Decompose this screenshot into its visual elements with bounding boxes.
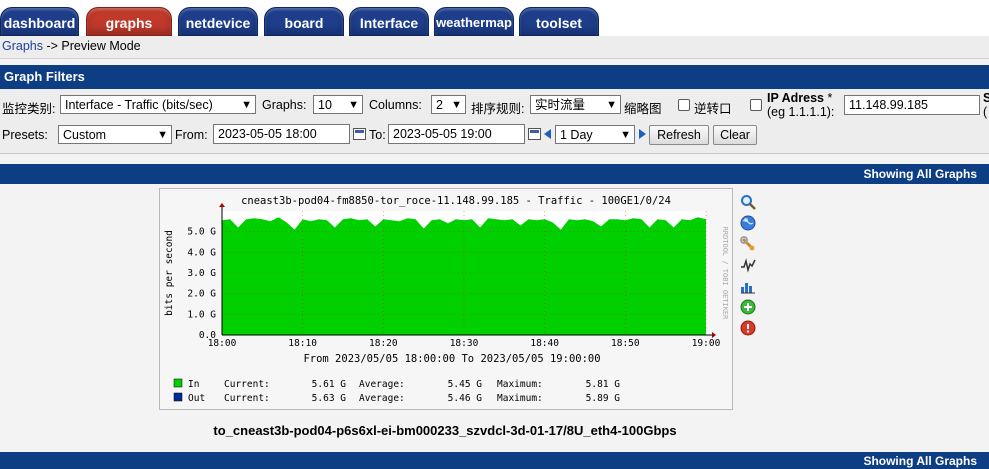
graph-title: cneast3b-pod04-fm8850-tor_roce-11.148.99… xyxy=(241,195,671,207)
timespan-select[interactable]: 1 Day ▼ xyxy=(555,125,635,144)
shift-left-icon[interactable] xyxy=(544,129,551,139)
legend-average-value: 5.46 G xyxy=(448,393,483,404)
y-tick-label: 4.0 G xyxy=(187,247,216,258)
tab-toolset[interactable]: toolset xyxy=(519,7,599,36)
legend-current-value: 5.63 G xyxy=(312,393,347,404)
y-tick-label: 3.0 G xyxy=(187,268,216,279)
graph-caption: to_cneast3b-pod04-p6s6xl-ei-bm000233_szv… xyxy=(213,423,677,438)
breadcrumb-current: Preview Mode xyxy=(61,39,141,53)
thumbnails-label: 缩略图 xyxy=(624,102,662,116)
y-tick-label: 2.0 G xyxy=(187,289,216,300)
rrdtool-watermark: RRDTOOL / TOBI OETIKER xyxy=(721,227,729,321)
template-select[interactable]: Interface - Traffic (bits/sec) ▼ xyxy=(60,95,256,114)
showing-all-graphs-bar: Showing All Graphs xyxy=(0,164,989,184)
legend-current-value: 5.61 G xyxy=(312,379,347,390)
sort-label: 排序规则: xyxy=(471,102,525,116)
legend-average-label: Average: xyxy=(359,379,405,390)
ip-hint: (eg 1.1.1.1): xyxy=(767,105,835,119)
chevron-down-icon: ▼ xyxy=(241,99,252,111)
to-label: To: xyxy=(369,128,386,142)
legend-average-label: Average: xyxy=(359,393,405,404)
tab-weathermap[interactable]: weathermap xyxy=(434,7,514,36)
globe-icon[interactable] xyxy=(740,215,756,231)
collapse-label: 逆转口 xyxy=(694,102,732,116)
period-text: From 2023/05/05 18:00:00 To 2023/05/05 1… xyxy=(303,353,600,365)
add-icon[interactable] xyxy=(740,299,756,315)
ip-label: IP Adress * xyxy=(767,91,833,105)
x-tick-label: 19:00 xyxy=(692,338,721,349)
refresh-button[interactable]: Refresh xyxy=(649,125,709,145)
wrench-icon[interactable] xyxy=(740,236,756,252)
breadcrumb: Graphs -> Preview Mode xyxy=(2,39,141,53)
x-tick-label: 18:50 xyxy=(611,338,640,349)
showing-all-graphs-bar-bottom: Showing All Graphs xyxy=(0,452,989,469)
chevron-down-icon: ▼ xyxy=(348,99,359,111)
y-axis-label: bits per second xyxy=(164,230,175,316)
thumbnails-checkbox[interactable] xyxy=(678,99,690,111)
legend-current-label: Current: xyxy=(224,393,270,404)
graph-filters-panel: 监控类别: Interface - Traffic (bits/sec) ▼ Gr… xyxy=(0,89,989,154)
from-label: From: xyxy=(175,128,208,142)
calendar-icon[interactable] xyxy=(353,128,366,140)
breadcrumb-bar: Graphs -> Preview Mode xyxy=(0,36,989,59)
calendar-icon[interactable] xyxy=(528,128,541,140)
graphs-per-page-select[interactable]: 10 ▼ xyxy=(313,95,363,114)
sort-select[interactable]: 实时流量 ▼ xyxy=(530,95,621,114)
tab-interface[interactable]: Interface xyxy=(349,7,429,36)
x-tick-label: 18:10 xyxy=(288,338,317,349)
truncated-label-hint: ( xyxy=(983,105,988,119)
legend-maximum-label: Maximum: xyxy=(497,379,543,390)
graph-panel[interactable]: cneast3b-pod04-fm8850-tor_roce-11.148.99… xyxy=(159,188,733,410)
spikes-icon[interactable] xyxy=(740,257,756,273)
legend-key: Out xyxy=(188,393,205,404)
breadcrumb-separator: -> xyxy=(43,39,62,53)
columns-select[interactable]: 2 ▼ xyxy=(431,95,466,114)
from-date-input[interactable]: 2023-05-05 18:00 xyxy=(213,124,350,144)
tab-netdevice[interactable]: netdevice xyxy=(178,7,258,36)
legend-maximum-value: 5.89 G xyxy=(586,393,621,404)
y-axis-arrow xyxy=(219,203,225,207)
legend-current-label: Current: xyxy=(224,379,270,390)
tab-board[interactable]: board xyxy=(264,7,344,36)
to-date-input[interactable]: 2023-05-05 19:00 xyxy=(388,124,525,144)
x-tick-label: 18:20 xyxy=(369,338,398,349)
x-tick-label: 18:40 xyxy=(530,338,559,349)
chevron-down-icon: ▼ xyxy=(606,99,617,111)
legend-swatch xyxy=(173,378,183,388)
template-label: 监控类别: xyxy=(2,102,56,116)
legend-key: In xyxy=(188,379,199,390)
chevron-down-icon: ▼ xyxy=(451,99,462,111)
tab-dashboard[interactable]: dashboard xyxy=(0,7,79,36)
chevron-down-icon: ▼ xyxy=(620,129,631,141)
zoom-icon[interactable] xyxy=(740,194,756,210)
x-tick-label: 18:30 xyxy=(450,338,479,349)
y-tick-label: 5.0 G xyxy=(187,227,216,238)
graph-filters-header: Graph Filters xyxy=(0,65,989,89)
legend-maximum-value: 5.81 G xyxy=(586,379,621,390)
tab-bar: dashboard graphs netdevice board Interfa… xyxy=(0,0,989,36)
chart-icon[interactable] xyxy=(740,278,756,294)
x-tick-label: 18:00 xyxy=(208,338,237,349)
columns-label: Columns: xyxy=(369,98,422,112)
presets-label: Presets: xyxy=(2,128,48,142)
clear-button[interactable]: Clear xyxy=(713,125,757,145)
traffic-graph[interactable]: cneast3b-pod04-fm8850-tor_roce-11.148.99… xyxy=(160,189,732,409)
chevron-down-icon: ▼ xyxy=(157,129,168,141)
y-tick-label: 1.0 G xyxy=(187,309,216,320)
truncated-label: S xyxy=(983,91,989,105)
remove-icon[interactable] xyxy=(740,320,756,336)
in-traffic-area xyxy=(222,217,706,335)
legend-average-value: 5.45 G xyxy=(448,379,483,390)
ip-address-input[interactable]: 11.148.99.185 xyxy=(844,95,980,115)
graphs-label: Graphs: xyxy=(262,98,307,112)
legend-maximum-label: Maximum: xyxy=(497,393,543,404)
shift-right-icon[interactable] xyxy=(639,129,646,139)
tab-graphs[interactable]: graphs xyxy=(86,7,172,36)
presets-select[interactable]: Custom ▼ xyxy=(58,125,172,144)
collapse-checkbox[interactable] xyxy=(750,99,762,111)
breadcrumb-link-graphs[interactable]: Graphs xyxy=(2,39,43,53)
legend-swatch xyxy=(173,392,183,402)
